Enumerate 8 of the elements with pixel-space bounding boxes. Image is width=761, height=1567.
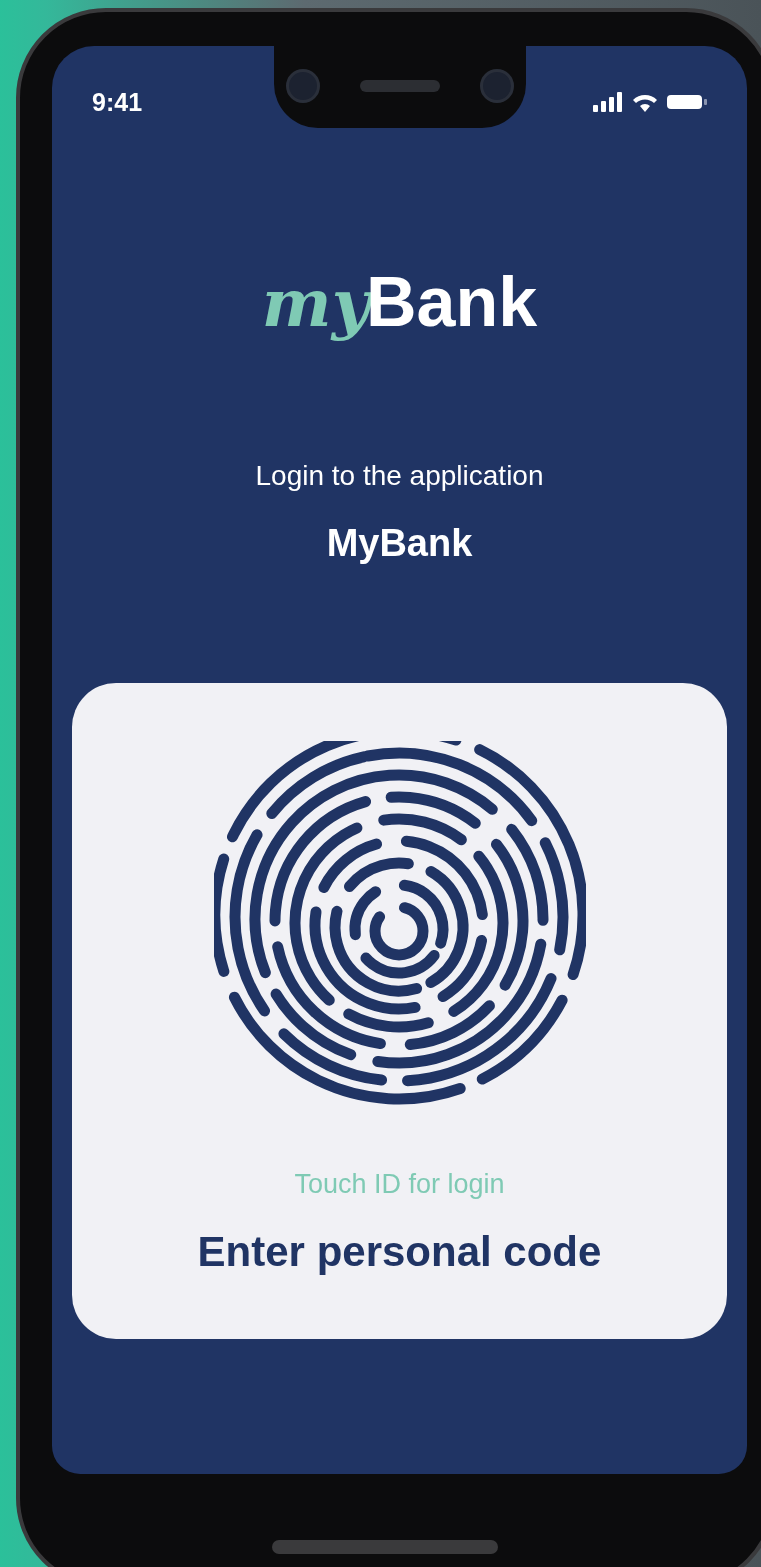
login-subtitle: Login to the application <box>255 460 544 492</box>
touch-id-label: Touch ID for login <box>294 1169 505 1200</box>
app-title: MyBank <box>326 522 473 565</box>
personal-code-button[interactable]: Enter personal code <box>197 1228 602 1276</box>
signal-icon <box>593 92 623 112</box>
battery-icon <box>667 93 707 111</box>
status-time: 9:41 <box>92 87 143 117</box>
wifi-icon <box>631 92 659 112</box>
